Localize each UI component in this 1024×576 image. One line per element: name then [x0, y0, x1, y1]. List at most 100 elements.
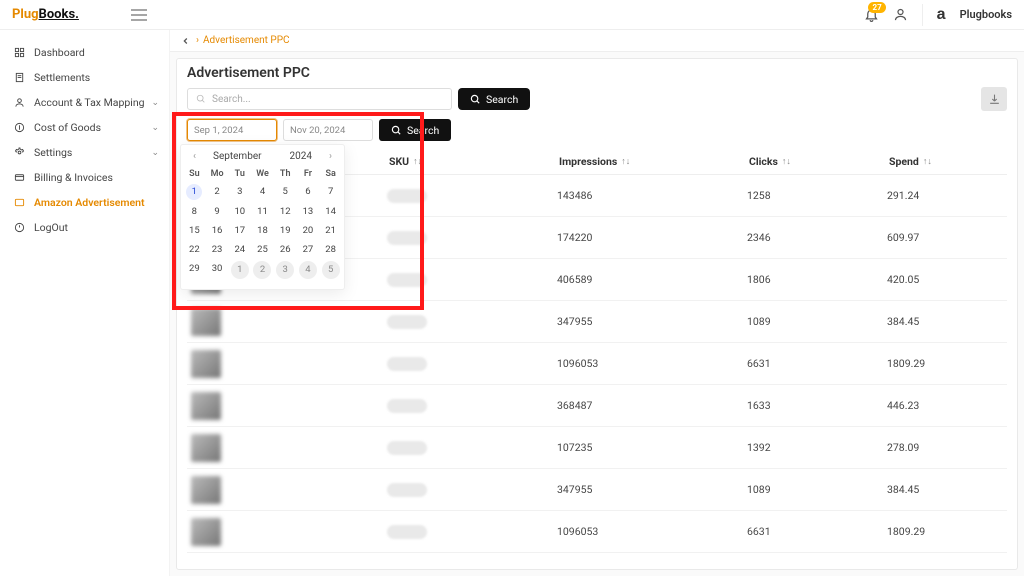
product-thumbnail: [191, 476, 221, 504]
cell-clicks: 1089: [747, 315, 887, 328]
calendar-day[interactable]: 26: [274, 240, 297, 259]
calendar-day[interactable]: 10: [228, 202, 251, 221]
calendar-day[interactable]: 13: [297, 202, 320, 221]
tag-icon: [14, 122, 28, 133]
calendar-day[interactable]: 21: [319, 221, 342, 240]
cell-clicks: 1258: [747, 189, 887, 202]
search-icon: [391, 125, 402, 136]
calendar-day[interactable]: 12: [274, 202, 297, 221]
calendar-month: September: [213, 151, 262, 162]
next-month-button[interactable]: ›: [323, 149, 338, 164]
calendar-day[interactable]: 3: [228, 182, 251, 202]
logo[interactable]: PlugBooks.: [12, 7, 79, 22]
table-row[interactable]: 3479551089384.45: [187, 469, 1007, 511]
sidebar-item-account-tax-mapping[interactable]: Account & Tax Mapping⌄: [0, 90, 169, 115]
notifications-button[interactable]: 27: [864, 7, 879, 22]
calendar-day[interactable]: 27: [297, 240, 320, 259]
chevron-down-icon: ⌄: [151, 98, 159, 108]
calendar-day[interactable]: 25: [251, 240, 274, 259]
sidebar-item-settings[interactable]: Settings⌄: [0, 140, 169, 165]
cell-impressions: 347955: [557, 483, 747, 496]
calendar-day[interactable]: 29: [183, 259, 206, 281]
calendar-day-next-month[interactable]: 3: [276, 261, 294, 279]
sidebar-item-logout[interactable]: LogOut: [0, 215, 169, 240]
calendar-day[interactable]: 6: [297, 182, 320, 202]
calendar-day-next-month[interactable]: 5: [322, 261, 340, 279]
calendar-day[interactable]: 5: [274, 182, 297, 202]
date-search-button[interactable]: Search: [379, 119, 451, 141]
sku-blurred: [387, 231, 427, 245]
calendar-day[interactable]: 24: [228, 240, 251, 259]
cell-clicks: 1633: [747, 399, 887, 412]
calendar-day[interactable]: 11: [251, 202, 274, 221]
calendar-day[interactable]: 9: [206, 202, 229, 221]
date-to-input[interactable]: Nov 20, 2024: [283, 119, 373, 141]
cell-impressions: 347955: [557, 315, 747, 328]
calendar-day[interactable]: 1: [186, 184, 202, 200]
product-thumbnail: [191, 308, 221, 336]
calendar-day[interactable]: 23: [206, 240, 229, 259]
calendar-day[interactable]: 16: [206, 221, 229, 240]
calendar-day[interactable]: 28: [319, 240, 342, 259]
menu-toggle-icon[interactable]: [131, 9, 147, 21]
product-thumbnail: [191, 518, 221, 546]
sort-icon[interactable]: ↑↓: [923, 156, 932, 167]
calendar-day[interactable]: 20: [297, 221, 320, 240]
calendar-day[interactable]: 8: [183, 202, 206, 221]
table-row[interactable]: 1072351392278.09: [187, 427, 1007, 469]
chevron-right-icon: ›: [196, 35, 199, 46]
sku-blurred: [387, 357, 427, 371]
table-row[interactable]: 3684871633446.23: [187, 385, 1007, 427]
calendar-dow: Th: [274, 166, 297, 182]
cell-clicks: 6631: [747, 525, 887, 538]
sidebar-item-dashboard[interactable]: Dashboard: [0, 40, 169, 65]
date-from-input[interactable]: Sep 1, 2024: [187, 119, 277, 141]
download-button[interactable]: [981, 87, 1007, 111]
chevron-down-icon: ⌄: [151, 123, 159, 133]
cell-spend: 384.45: [887, 483, 1007, 496]
table-row[interactable]: 109605366311809.29: [187, 511, 1007, 553]
search-button[interactable]: Search: [458, 88, 530, 110]
calendar-day[interactable]: 19: [274, 221, 297, 240]
sort-icon[interactable]: ↑↓: [413, 156, 422, 167]
calendar-day[interactable]: 14: [319, 202, 342, 221]
profile-button[interactable]: [893, 7, 908, 22]
sidebar-item-cost-of-goods[interactable]: Cost of Goods⌄: [0, 115, 169, 140]
product-thumbnail: [191, 392, 221, 420]
prev-month-button[interactable]: ‹: [187, 149, 202, 164]
back-button[interactable]: [180, 36, 192, 46]
search-input[interactable]: Search...: [187, 88, 452, 110]
calendar-day-next-month[interactable]: 2: [253, 261, 271, 279]
calendar-day[interactable]: 17: [228, 221, 251, 240]
cell-impressions: 406589: [557, 273, 747, 286]
doc-icon: [14, 72, 28, 83]
cell-spend: 446.23: [887, 399, 1007, 412]
calendar-day[interactable]: 7: [319, 182, 342, 202]
calendar-day[interactable]: 4: [251, 182, 274, 202]
sort-icon[interactable]: ↑↓: [621, 156, 630, 167]
calendar-day[interactable]: 18: [251, 221, 274, 240]
sidebar-item-billing-invoices[interactable]: Billing & Invoices: [0, 165, 169, 190]
calendar-day[interactable]: 22: [183, 240, 206, 259]
sidebar-item-amazon-advertisement[interactable]: Amazon Advertisement: [0, 190, 169, 215]
ad-icon: [14, 197, 28, 208]
date-picker[interactable]: ‹ September 2024 › SuMoTuWeThFrSa1234567…: [180, 144, 345, 290]
table-row[interactable]: 3479551089384.45: [187, 301, 1007, 343]
calendar-day[interactable]: 15: [183, 221, 206, 240]
sidebar-item-settlements[interactable]: Settlements: [0, 65, 169, 90]
table-row[interactable]: 109605366311809.29: [187, 343, 1007, 385]
cell-spend: 291.24: [887, 189, 1007, 202]
user-icon: [893, 7, 908, 22]
calendar-day[interactable]: 30: [206, 259, 229, 281]
calendar-day[interactable]: 2: [206, 182, 229, 202]
search-icon: [470, 94, 481, 105]
cell-spend: 609.97: [887, 231, 1007, 244]
cell-spend: 384.45: [887, 315, 1007, 328]
calendar-day-next-month[interactable]: 4: [299, 261, 317, 279]
cell-clicks: 1392: [747, 441, 887, 454]
product-thumbnail: [191, 350, 221, 378]
cell-impressions: 174220: [557, 231, 747, 244]
sort-icon[interactable]: ↑↓: [782, 156, 791, 167]
calendar-day-next-month[interactable]: 1: [231, 261, 249, 279]
cell-impressions: 1096053: [557, 357, 747, 370]
